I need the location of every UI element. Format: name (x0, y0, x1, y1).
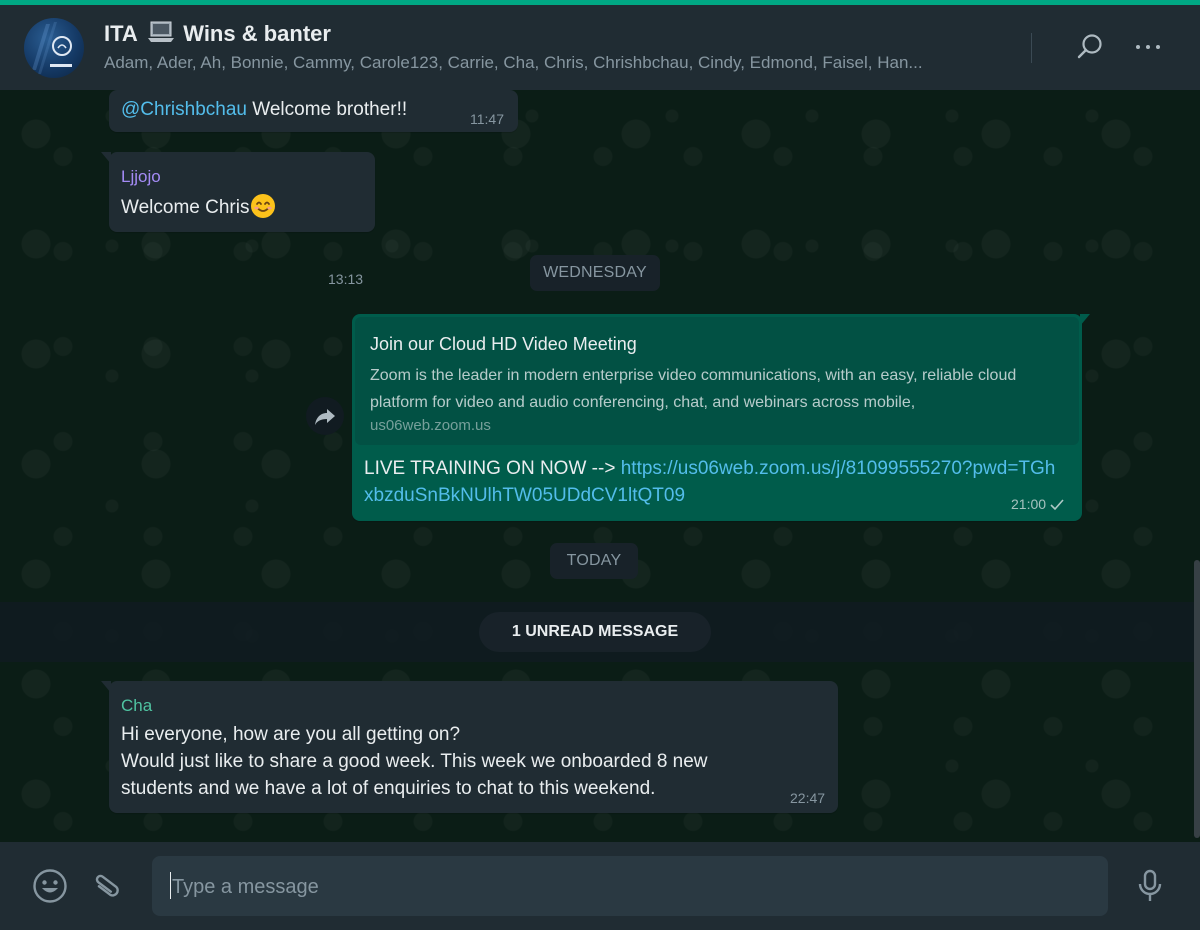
header-divider (1031, 33, 1032, 63)
message-time: 22:47 (790, 790, 826, 806)
laptop-icon (147, 20, 175, 50)
voice-message-button[interactable] (1130, 866, 1170, 906)
message-bubble[interactable]: Cha Hi everyone, how are you all getting… (101, 681, 838, 813)
search-button[interactable] (1073, 30, 1107, 64)
message-text: LIVE TRAINING ON NOW --> https://us06web… (364, 455, 1064, 509)
message-line: Hi everyone, how are you all getting on? (121, 724, 461, 745)
link-preview-card[interactable]: Join our Cloud HD Video Meeting Zoom is … (355, 317, 1079, 445)
message-body: LIVE TRAINING ON NOW --> (364, 458, 621, 479)
link-preview-domain: us06web.zoom.us (370, 417, 491, 434)
date-divider: WEDNESDAY (530, 255, 660, 291)
message-time-value: 21:00 (1011, 496, 1047, 512)
message-input[interactable] (170, 870, 1094, 904)
paperclip-icon (95, 874, 119, 897)
message-list[interactable]: @Chrishbchau Welcome brother!! 11:47 Ljj… (0, 90, 1200, 842)
emoji-icon (33, 869, 67, 903)
chat-header[interactable]: ITA Wins & banter Adam, Ader, Ah, Bonnie… (0, 5, 1200, 90)
group-avatar-image (32, 22, 72, 74)
link-preview-title: Join our Cloud HD Video Meeting (370, 334, 637, 354)
text-caret (170, 872, 171, 899)
attach-button[interactable] (88, 866, 128, 906)
sender-name[interactable]: Ljjojo (121, 166, 161, 188)
message-bubble[interactable]: Join our Cloud HD Video Meeting Zoom is … (352, 314, 1090, 521)
smiling-face-icon (250, 193, 276, 219)
message-input-box[interactable] (152, 856, 1108, 916)
chat-title[interactable]: ITA Wins & banter (104, 20, 331, 50)
compose-bar (0, 842, 1200, 930)
message-text: @Chrishbchau Welcome brother!! (121, 96, 407, 123)
unread-messages-badge: 1 UNREAD MESSAGE (479, 612, 711, 652)
link-preview-description: Zoom is the leader in modern enterprise … (370, 367, 1017, 411)
chat-scrollbar[interactable] (1194, 560, 1200, 838)
forward-icon (315, 409, 335, 425)
sender-name[interactable]: Cha (121, 695, 152, 717)
forward-button[interactable] (306, 397, 344, 435)
mention-link[interactable]: @Chrishbchau (121, 99, 247, 120)
message-body: Welcome Chris (121, 197, 250, 218)
message-body: Welcome brother!! (246, 99, 408, 120)
message-time: 11:47 (470, 111, 504, 127)
bubble-tail (101, 681, 111, 693)
message-line: Would just like to share a good week. Th… (121, 751, 708, 799)
search-icon (1077, 34, 1102, 59)
microphone-icon (1138, 869, 1162, 901)
bubble-tail (101, 152, 111, 164)
message-text: Hi everyone, how are you all getting on?… (121, 721, 771, 802)
menu-icon (1136, 45, 1160, 49)
bubble-tail (1080, 314, 1090, 326)
group-avatar[interactable] (24, 18, 84, 78)
message-time: 13:13 (328, 271, 364, 287)
date-divider: TODAY (550, 543, 638, 579)
whatsapp-window: ITA Wins & banter Adam, Ader, Ah, Bonnie… (0, 0, 1200, 930)
message-time: 21:00 (1011, 496, 1065, 514)
chat-title-prefix: ITA (104, 21, 137, 46)
chat-title-suffix: Wins & banter (183, 21, 331, 46)
emoji-button[interactable] (30, 866, 70, 906)
menu-button[interactable] (1131, 30, 1165, 64)
message-bubble[interactable]: @Chrishbchau Welcome brother!! 11:47 (109, 90, 518, 132)
sent-check-icon (1049, 498, 1065, 514)
message-bubble[interactable]: Ljjojo Welcome Chris 13:13 (101, 152, 375, 287)
message-text: Welcome Chris (121, 193, 276, 221)
participants-list[interactable]: Adam, Ader, Ah, Bonnie, Cammy, Carole123… (104, 53, 984, 73)
